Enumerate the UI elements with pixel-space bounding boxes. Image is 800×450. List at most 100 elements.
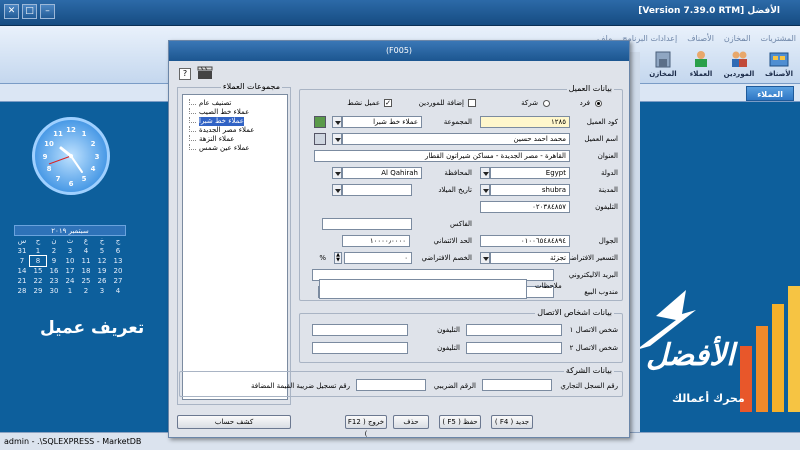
city-dropdown-button[interactable] — [480, 184, 490, 196]
add-group-button[interactable] — [314, 116, 326, 128]
calendar-day[interactable]: 29 — [30, 286, 46, 296]
calendar-day[interactable]: 9 — [46, 256, 62, 266]
calendar-day[interactable]: 20 — [110, 266, 126, 276]
calendar-day[interactable]: 15 — [30, 266, 46, 276]
default-discount-field[interactable]: ٠ — [344, 252, 412, 264]
calendar-day[interactable]: 17 — [62, 266, 78, 276]
default-pricing-dropdown-button[interactable] — [480, 252, 490, 264]
type-company-radio[interactable] — [543, 100, 550, 107]
delete-button[interactable]: حذف — [393, 415, 429, 429]
calendar-day[interactable]: 2 — [78, 286, 94, 296]
calendar-day[interactable]: 10 — [62, 256, 78, 266]
help-icon[interactable]: ? — [179, 68, 191, 80]
tree-item[interactable]: عملاء النزهة — [185, 135, 285, 144]
calendar-day[interactable]: 26 — [94, 276, 110, 286]
tree-item-selected[interactable]: عملاء خط شبرا — [185, 117, 285, 126]
ribbon-items-button[interactable]: الأصناف — [762, 50, 796, 80]
contact1-phone-field[interactable] — [312, 324, 408, 336]
tree-item[interactable]: عملاء عين شمس — [185, 144, 285, 153]
calendar-day[interactable]: 30 — [46, 286, 62, 296]
calendar-day[interactable]: 1 — [30, 246, 46, 256]
tree-item[interactable]: عملاء مصر الجديدة — [185, 126, 285, 135]
close-icon[interactable]: ✕ — [4, 4, 19, 19]
groups-tree[interactable]: تصنيف عام عملاء خط الصيب عملاء خط شبرا ع… — [182, 94, 288, 400]
ribbon-label: المخازن — [649, 70, 677, 78]
save-button[interactable]: حفظ ( F5 ) — [439, 415, 481, 429]
calendar-day[interactable]: 3 — [62, 246, 78, 256]
maximize-icon[interactable]: □ — [22, 4, 37, 19]
group-dropdown-button[interactable] — [332, 116, 342, 128]
country-select[interactable]: Egypt — [490, 167, 570, 179]
calendar-day[interactable]: 6 — [110, 246, 126, 256]
search-icon[interactable] — [314, 133, 326, 145]
mobile-field[interactable]: ٠١٠٠٦٥٤٨٤٨٩٤ — [480, 235, 570, 247]
exit-button[interactable]: خروج ( F12 ) — [345, 415, 387, 438]
add-suppliers-checkbox[interactable] — [468, 99, 476, 107]
active-customer-checkbox[interactable]: ✓ — [384, 99, 392, 107]
calendar-day[interactable]: 1 — [62, 286, 78, 296]
menu-item[interactable]: المخازن — [724, 34, 751, 43]
calendar-day[interactable]: 3 — [94, 286, 110, 296]
governorate-select[interactable]: Al Qahirah — [342, 167, 422, 179]
calendar-day[interactable]: 12 — [94, 256, 110, 266]
code-field[interactable]: ١٢٨٥ — [480, 116, 570, 128]
commercial-reg-field[interactable] — [482, 379, 552, 391]
birth-date-dropdown-button[interactable] — [332, 184, 342, 196]
fax-field[interactable] — [322, 218, 412, 230]
calendar-day[interactable]: 2 — [46, 246, 62, 256]
ribbon-customers-button[interactable]: العملاء — [684, 50, 718, 80]
calendar-day[interactable]: 21 — [14, 276, 30, 286]
calendar-day-selected[interactable]: 8 — [29, 255, 47, 267]
ribbon-stores-button[interactable]: المخازن — [646, 50, 680, 80]
calendar-day[interactable]: 31 — [14, 246, 30, 256]
calendar-day[interactable]: 27 — [110, 276, 126, 286]
minimize-icon[interactable]: – — [40, 4, 55, 19]
calendar-day[interactable]: 5 — [94, 246, 110, 256]
calendar-day[interactable]: 23 — [46, 276, 62, 286]
group-select[interactable]: عملاء خط شبرا — [342, 116, 422, 128]
city-select[interactable]: shubra — [490, 184, 570, 196]
country-dropdown-button[interactable] — [480, 167, 490, 179]
menu-item[interactable]: المشتريات — [761, 34, 796, 43]
name-field[interactable]: محمد احمد حسين — [342, 133, 570, 145]
calendar-day[interactable]: 28 — [14, 286, 30, 296]
tax-number-field[interactable] — [356, 379, 426, 391]
clapper-icon[interactable] — [197, 66, 213, 80]
default-pricing-select[interactable]: تجزئة — [490, 252, 570, 264]
credit-limit-field[interactable]: ١٠٠٠٠٫٠٠٠٠ — [342, 235, 410, 247]
contact1-field[interactable] — [466, 324, 562, 336]
account-statement-button[interactable]: كشف حساب — [177, 415, 291, 429]
menu-item[interactable]: الأصناف — [687, 34, 714, 43]
calendar-day[interactable]: 14 — [14, 266, 30, 276]
calendar-day[interactable]: 16 — [46, 266, 62, 276]
calendar-day[interactable]: 4 — [110, 286, 126, 296]
phone-field[interactable]: ٠٢٠٣٨٤٨٥٧ — [480, 201, 570, 213]
new-button[interactable]: جديد ( F4 ) — [491, 415, 533, 429]
calendar-day[interactable]: 19 — [94, 266, 110, 276]
tree-item[interactable]: عملاء خط الصيب — [185, 108, 285, 117]
calendar-day[interactable]: 11 — [78, 256, 94, 266]
svg-text:12: 12 — [66, 126, 76, 134]
calendar-day[interactable]: 13 — [110, 256, 126, 266]
contact2-phone-field[interactable] — [312, 342, 408, 354]
tab-customers[interactable]: العملاء — [746, 86, 794, 101]
svg-text:9: 9 — [43, 153, 48, 161]
type-individual-radio[interactable] — [595, 100, 602, 107]
contact2-field[interactable] — [466, 342, 562, 354]
calendar-day[interactable]: 7 — [14, 256, 30, 266]
discount-spinner[interactable]: ▲ ▼ — [334, 252, 342, 264]
calendar-day[interactable]: 24 — [62, 276, 78, 286]
ribbon-suppliers-button[interactable]: الموردين — [722, 50, 756, 80]
address-field[interactable]: القاهرة - مصر الجديدة - مساكن شيراتون ال… — [314, 150, 570, 162]
birth-date-field[interactable] — [342, 184, 412, 196]
calendar-day[interactable]: 18 — [78, 266, 94, 276]
notes-field[interactable] — [319, 279, 527, 299]
calendar-day[interactable]: 4 — [78, 246, 94, 256]
menu-item[interactable]: إعدادات البرنامج — [622, 34, 677, 43]
governorate-dropdown-button[interactable] — [332, 167, 342, 179]
calendar-header[interactable]: سبتمبر ٢٠١٩ — [14, 225, 126, 236]
calendar-day[interactable]: 22 — [30, 276, 46, 286]
name-dropdown-button[interactable] — [332, 133, 342, 145]
tree-item[interactable]: تصنيف عام — [185, 99, 285, 108]
calendar-day[interactable]: 25 — [78, 276, 94, 286]
